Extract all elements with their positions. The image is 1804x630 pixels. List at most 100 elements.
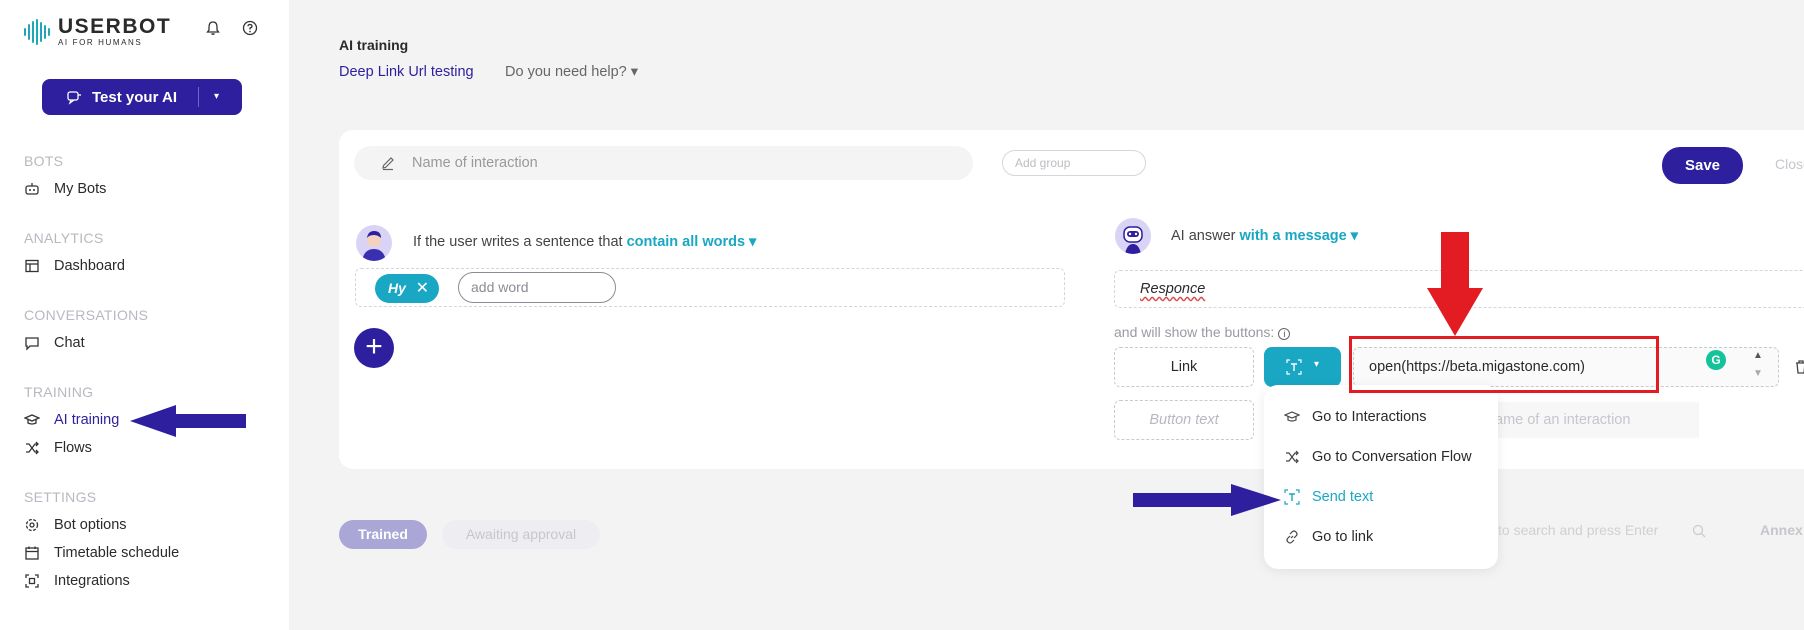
- help-icon[interactable]: [242, 20, 258, 36]
- sidebar-item-label: My Bots: [54, 181, 107, 197]
- button-type-selector[interactable]: ▾: [1264, 347, 1341, 387]
- menu-item-label: Send text: [1312, 489, 1374, 505]
- menu-item-go-to-interactions[interactable]: Go to Interactions: [1284, 409, 1426, 425]
- annex-button[interactable]: Annex: [1760, 522, 1803, 538]
- info-icon[interactable]: i: [1278, 328, 1291, 340]
- sidebar-item-ai-training[interactable]: AI training: [24, 412, 119, 428]
- menu-item-label: Go to link: [1312, 529, 1374, 545]
- sidebar-item-bot-options[interactable]: Bot options: [24, 517, 127, 533]
- move-up-icon[interactable]: ▲: [1753, 350, 1763, 361]
- section-title-training: TRAINING: [24, 384, 94, 400]
- add-sentence-button[interactable]: +: [354, 328, 394, 368]
- dashboard-icon: [25, 259, 39, 273]
- ai-answer-text: AI answer with a message ▾: [1171, 228, 1358, 244]
- robot-icon: [25, 183, 39, 195]
- section-title-settings: SETTINGS: [24, 489, 97, 505]
- filter-trained-button[interactable]: Trained: [339, 520, 427, 549]
- menu-item-go-to-link[interactable]: Go to link: [1284, 529, 1373, 545]
- move-down-icon[interactable]: ▼: [1753, 368, 1763, 379]
- button-type-dropdown-menu: Go to Interactions Go to Conversation Fl…: [1264, 385, 1498, 569]
- test-dropdown-caret[interactable]: ▾: [214, 91, 219, 102]
- link-icon: [1286, 530, 1298, 544]
- sidebar-item-label: Bot options: [54, 517, 127, 533]
- section-title-analytics: ANALYTICS: [24, 230, 104, 246]
- blue-arrow-send-text: [1133, 484, 1281, 516]
- remove-word-icon[interactable]: ✕: [416, 274, 429, 303]
- close-button[interactable]: Close: [1775, 156, 1804, 172]
- graduation-cap-icon: [1284, 411, 1300, 422]
- section-title-conversations: CONVERSATIONS: [24, 307, 149, 323]
- filter-awaiting-approval-button[interactable]: Awaiting approval: [442, 520, 600, 549]
- integrations-icon: [25, 574, 39, 588]
- highlight-box: [1349, 336, 1659, 393]
- sidebar-item-label: Dashboard: [54, 258, 125, 274]
- divider: [198, 87, 199, 107]
- sidebar-item-chat[interactable]: Chat: [24, 335, 85, 351]
- logo[interactable]: USERBOT AI FOR HUMANS: [22, 16, 171, 47]
- trash-icon[interactable]: [1794, 359, 1804, 375]
- page-title: AI training: [339, 37, 409, 53]
- sidebar-item-label: Integrations: [54, 573, 130, 589]
- chat-icon: [25, 337, 39, 351]
- buttons-label-text: and will show the buttons:: [1114, 324, 1275, 340]
- condition-mode-dropdown[interactable]: contain all words ▾: [627, 234, 757, 250]
- graduation-cap-icon: [24, 414, 40, 425]
- bot-avatar: [1115, 218, 1151, 254]
- ai-answer-mode-dropdown[interactable]: with a message ▾: [1240, 228, 1359, 244]
- user-avatar: [356, 225, 392, 261]
- ai-answer-prefix: AI answer: [1171, 228, 1236, 244]
- save-button[interactable]: Save: [1662, 147, 1743, 184]
- button-text-input[interactable]: Button text: [1114, 400, 1254, 440]
- pencil-icon: [382, 157, 394, 171]
- breadcrumb-link[interactable]: Deep Link Url testing: [339, 64, 474, 80]
- shuffle-icon: [26, 441, 39, 455]
- menu-item-send-text[interactable]: Send text: [1284, 489, 1373, 505]
- brand-name: USERBOT: [58, 15, 172, 38]
- sidebar-item-label: Timetable schedule: [54, 545, 180, 561]
- red-arrow-down: [1427, 232, 1483, 336]
- user-avatar-icon: [362, 231, 386, 261]
- calendar-icon: [25, 546, 39, 560]
- sidebar-item-flows[interactable]: Flows: [24, 440, 92, 456]
- userbot-logo-icon: [24, 18, 50, 45]
- interaction-name-placeholder: Name of interaction: [412, 155, 538, 171]
- section-title-bots: BOTS: [24, 153, 64, 169]
- interaction-name-input[interactable]: Name of interaction: [354, 146, 973, 180]
- word-chip[interactable]: Hy ✕: [375, 274, 439, 303]
- sidebar-item-integrations[interactable]: Integrations: [24, 573, 130, 589]
- buttons-label: and will show the buttons: i: [1114, 324, 1291, 340]
- brand-tagline: AI FOR HUMANS: [58, 38, 143, 47]
- button-label-field[interactable]: Link: [1114, 347, 1254, 387]
- test-your-ai-label: Test your AI: [92, 88, 178, 106]
- sidebar-item-my-bots[interactable]: My Bots: [24, 181, 106, 197]
- bot-avatar-icon: [1123, 226, 1143, 254]
- test-your-ai-button[interactable]: Test your AI ▾: [42, 79, 242, 115]
- condition-text: If the user writes a sentence that conta…: [413, 234, 756, 250]
- interaction-name-target-input[interactable]: ame of an interaction: [1489, 402, 1699, 438]
- word-chip-label: Hy: [388, 280, 406, 296]
- grammarly-icon[interactable]: G: [1706, 350, 1726, 370]
- sidebar-item-label: Chat: [54, 335, 85, 351]
- gear-icon: [25, 518, 39, 532]
- bell-icon[interactable]: [205, 20, 221, 36]
- sidebar-item-label: Flows: [54, 440, 92, 456]
- help-dropdown[interactable]: Do you need help? ▾: [505, 64, 638, 80]
- add-word-input[interactable]: add word: [458, 272, 616, 303]
- menu-item-label: Go to Interactions: [1312, 409, 1427, 425]
- sidebar: USERBOT AI FOR HUMANS Test your AI ▾ BOT…: [0, 0, 289, 630]
- chat-bot-icon: [67, 91, 81, 105]
- add-group-input[interactable]: Add group: [1002, 150, 1146, 176]
- text-icon: [1286, 359, 1302, 375]
- interaction-editor-card: Name of interaction Add group Save Close…: [339, 130, 1804, 469]
- search-input[interactable]: to search and press Enter: [1498, 522, 1658, 538]
- sidebar-item-timetable-schedule[interactable]: Timetable schedule: [24, 545, 179, 561]
- words-box: Hy ✕ add word: [355, 268, 1065, 307]
- menu-item-label: Go to Conversation Flow: [1312, 449, 1472, 465]
- condition-prefix: If the user writes a sentence that: [413, 234, 623, 250]
- text-icon: [1284, 489, 1300, 505]
- search-icon[interactable]: [1692, 524, 1706, 538]
- response-text: Responce: [1140, 281, 1206, 297]
- blue-arrow-ai-training: [130, 405, 246, 437]
- menu-item-go-to-conversation-flow[interactable]: Go to Conversation Flow: [1284, 449, 1472, 465]
- sidebar-item-dashboard[interactable]: Dashboard: [24, 258, 125, 274]
